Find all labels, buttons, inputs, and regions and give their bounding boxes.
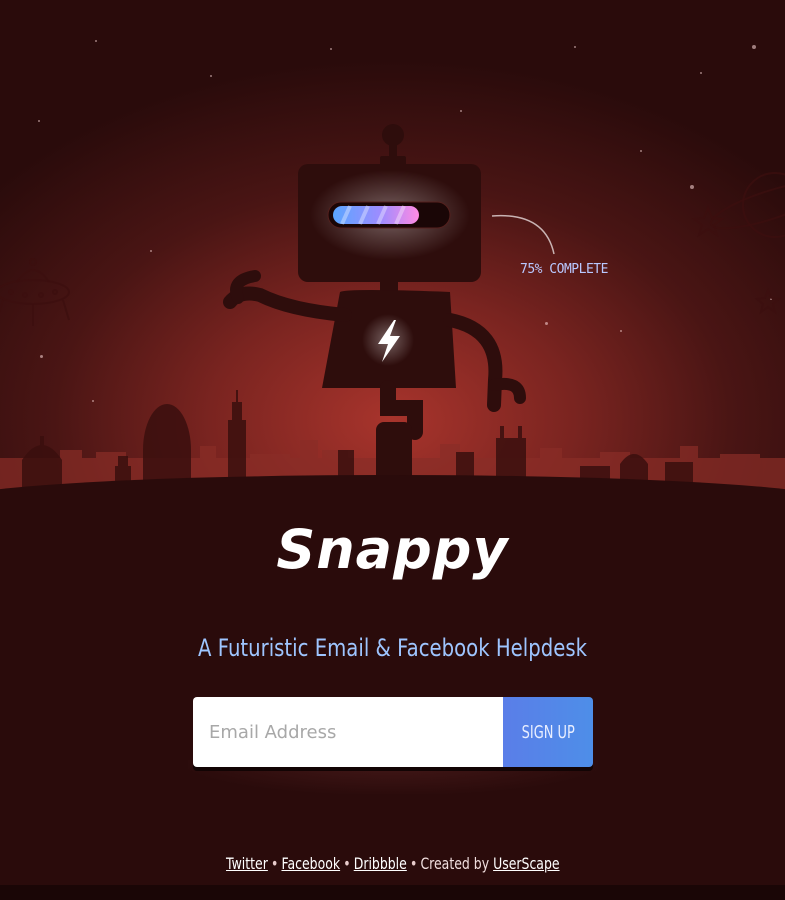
signup-button[interactable]: SIGN UP	[503, 697, 593, 767]
signup-form: SIGN UP	[193, 697, 593, 767]
progress-label: 75% COMPLETE	[520, 262, 608, 277]
footer-links: Twitter • Facebook • Dribbble • Created by Use…	[226, 854, 560, 873]
tagline: A Futuristic Email & Facebook Helpdesk	[197, 634, 587, 662]
userscape-link[interactable]: UserScape	[493, 854, 559, 873]
hero-sky: 75% COMPLETE	[0, 0, 785, 595]
created-by-text: Created by	[420, 854, 489, 873]
progress-pointer-line	[491, 214, 555, 255]
footer-separator: •	[270, 854, 279, 873]
bottom-bar	[0, 885, 785, 900]
dribbble-link[interactable]: Dribbble	[353, 854, 406, 873]
planet-doodle	[691, 172, 785, 315]
brand-logo: Snappy	[276, 518, 509, 581]
footer-separator: •	[342, 854, 351, 873]
ufo-doodle	[0, 258, 70, 326]
footer: Twitter • Facebook • Dribbble • Created by Use…	[0, 854, 785, 873]
footer-separator: •	[409, 854, 418, 873]
signup-button-label: SIGN UP	[521, 721, 575, 743]
email-input[interactable]	[193, 697, 503, 767]
facebook-link[interactable]: Facebook	[281, 854, 340, 873]
robot-illustration	[223, 124, 526, 490]
twitter-link[interactable]: Twitter	[226, 854, 268, 873]
landing-page: 75% COMPLETE Snappy A Futuristic Email &…	[0, 0, 785, 900]
